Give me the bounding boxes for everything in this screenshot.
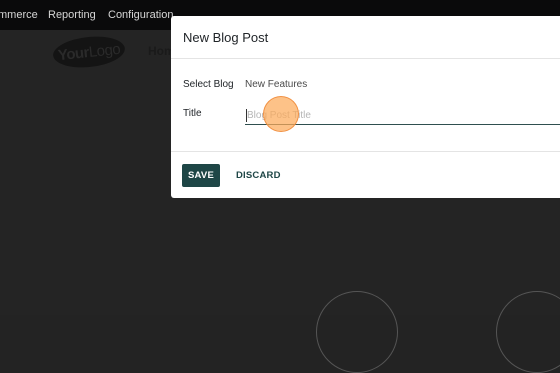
save-button[interactable]: SAVE <box>182 164 220 187</box>
dialog-title: New Blog Post <box>183 29 269 45</box>
select-blog-row: Select Blog New Features <box>183 79 307 90</box>
discard-button[interactable]: DISCARD <box>230 164 287 187</box>
dialog-header: New Blog Post <box>171 16 560 59</box>
menu-ecommerce[interactable]: mmerce <box>0 9 38 21</box>
menu-configuration[interactable]: Configuration <box>108 9 173 21</box>
decorative-circle <box>316 291 398 373</box>
logo-text-light: Logo <box>87 40 121 61</box>
dialog-footer: SAVE DISCARD <box>171 151 560 199</box>
text-caret <box>246 109 247 122</box>
title-row: Title <box>183 108 247 119</box>
new-blog-post-dialog: New Blog Post Select Blog New Features T… <box>171 16 560 198</box>
select-blog-label: Select Blog <box>183 79 234 90</box>
menu-reporting[interactable]: Reporting <box>48 9 96 21</box>
title-label: Title <box>183 108 202 119</box>
logo-text-bold: Your <box>57 43 90 64</box>
click-highlight-indicator <box>263 96 299 132</box>
select-blog-value[interactable]: New Features <box>245 79 307 90</box>
